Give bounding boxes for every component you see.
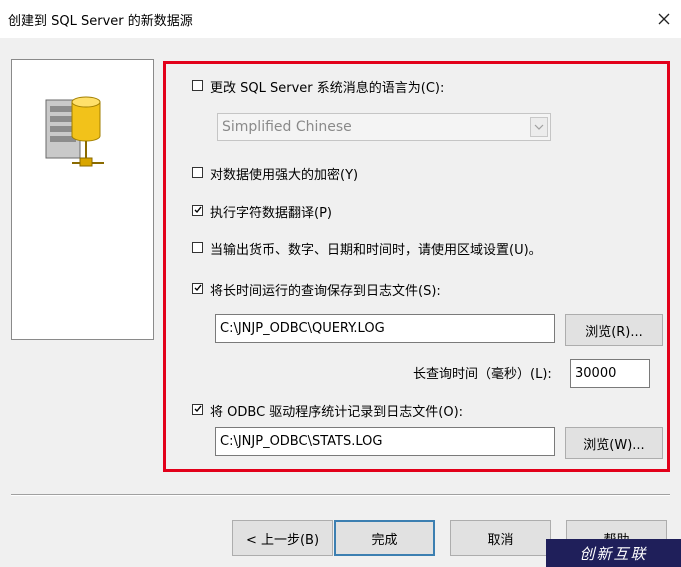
strong-encryption-checkbox[interactable] — [192, 167, 203, 178]
close-icon — [658, 13, 670, 25]
stats-log-path-field[interactable] — [215, 427, 555, 456]
checkbox-check-icon — [194, 206, 202, 214]
cancel-button[interactable]: 取消 — [450, 520, 551, 556]
watermark-logo: 创新互联 — [546, 539, 681, 567]
database-server-icon — [45, 96, 104, 167]
change-language-label: 更改 SQL Server 系统消息的语言为(C): — [210, 81, 445, 96]
window-title: 创建到 SQL Server 的新数据源 — [8, 14, 193, 29]
char-translation-label: 执行字符数据翻译(P) — [210, 206, 332, 221]
checkbox-check-icon — [194, 284, 202, 292]
dropdown-arrow-icon — [534, 124, 544, 130]
checkbox-check-icon — [194, 405, 202, 413]
back-button[interactable]: < 上一步(B) — [232, 520, 333, 556]
close-button[interactable] — [651, 6, 677, 32]
wizard-image-panel — [11, 59, 154, 340]
save-long-queries-label: 将长时间运行的查询保存到日志文件(S): — [210, 284, 441, 299]
browse-stats-log-button[interactable]: 浏览(W)... — [565, 427, 663, 459]
log-odbc-stats-checkbox[interactable] — [192, 404, 203, 415]
strong-encryption-label: 对数据使用强大的加密(Y) — [210, 168, 359, 183]
language-select-arrow[interactable] — [530, 117, 548, 137]
change-language-checkbox[interactable] — [192, 80, 203, 91]
char-translation-checkbox[interactable] — [192, 205, 203, 216]
long-query-time-field[interactable] — [570, 359, 650, 388]
footer-separator — [11, 494, 670, 496]
finish-button[interactable]: 完成 — [334, 520, 435, 556]
long-query-time-input[interactable] — [571, 360, 649, 387]
regional-settings-checkbox[interactable] — [192, 242, 203, 253]
watermark-text: 创新互联 — [579, 544, 648, 563]
stats-log-path-input[interactable] — [216, 428, 554, 455]
save-long-queries-checkbox[interactable] — [192, 283, 203, 294]
regional-settings-label: 当输出货币、数字、日期和时间时，请使用区域设置(U)。 — [210, 243, 542, 258]
language-select-value: Simplified Chinese — [222, 119, 352, 135]
browse-query-log-button[interactable]: 浏览(R)... — [565, 314, 663, 346]
query-log-path-field[interactable] — [215, 314, 555, 343]
long-query-time-label: 长查询时间（毫秒）(L): — [413, 367, 552, 382]
query-log-path-input[interactable] — [216, 315, 554, 342]
log-odbc-stats-label: 将 ODBC 驱动程序统计记录到日志文件(O): — [210, 405, 464, 420]
title-bar: 创建到 SQL Server 的新数据源 — [0, 0, 681, 38]
language-select[interactable]: Simplified Chinese — [217, 113, 551, 141]
